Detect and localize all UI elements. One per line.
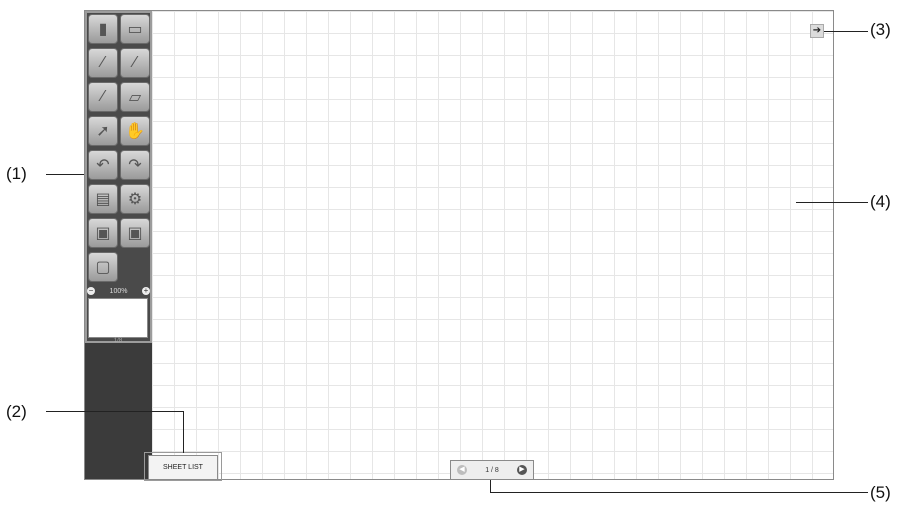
callout-2: (2): [6, 402, 27, 421]
redo-tool-button[interactable]: ↷: [120, 150, 150, 180]
print-icon: ▣: [95, 225, 111, 242]
pen-color-icon: ▮: [98, 21, 108, 38]
prev-page-button[interactable]: ◀: [457, 465, 467, 475]
preview-page-number: 1/8: [113, 338, 123, 344]
settings-gear-icon: ⚙: [127, 191, 143, 208]
callout-4: (4): [870, 192, 891, 211]
save-icon: ▤: [95, 191, 111, 208]
open-folder-tool-button[interactable]: ▭: [120, 14, 150, 44]
save-tool-button[interactable]: ▤: [88, 184, 118, 214]
zoom-level: 100%: [109, 287, 128, 295]
page-preview[interactable]: [88, 298, 148, 338]
eraser-icon: ▱: [128, 89, 142, 106]
screen-capture-tool-button[interactable]: ▢: [88, 252, 118, 282]
redo-icon: ↷: [128, 157, 142, 174]
callout-3: (3): [870, 20, 891, 39]
page-navigator: ◀ 1 / 8 ▶: [450, 460, 534, 480]
print-all-tool-button[interactable]: ▣: [120, 218, 150, 248]
print-tool-button[interactable]: ▣: [88, 218, 118, 248]
zoom-out-button[interactable]: −: [87, 287, 95, 295]
callout-5: (5): [870, 483, 891, 502]
marker-tool-button[interactable]: ∕: [120, 48, 150, 78]
undo-icon: ↶: [96, 157, 110, 174]
pen-color-tool-button[interactable]: ▮: [88, 14, 118, 44]
zoom-bar: − 100% +: [87, 286, 150, 296]
hand-tool-button[interactable]: ✋: [120, 116, 150, 146]
settings-gear-tool-button[interactable]: ⚙: [120, 184, 150, 214]
hand-icon: ✋: [125, 123, 145, 140]
zoom-in-button[interactable]: +: [142, 287, 150, 295]
page-indicator: 1 / 8: [485, 466, 499, 474]
highlighter-tool-button[interactable]: ∕: [88, 82, 118, 112]
leader-line-5b: [490, 492, 868, 493]
sheet-list-tab[interactable]: SHEET LIST: [148, 455, 218, 479]
next-page-button[interactable]: ▶: [517, 465, 527, 475]
print-all-icon: ▣: [127, 225, 143, 242]
screen-capture-icon: ▢: [95, 259, 111, 276]
leader-line-1: [46, 174, 84, 175]
marker-icon: ∕: [133, 54, 137, 71]
eraser-tool-button[interactable]: ▱: [120, 82, 150, 112]
leader-line-4: [796, 202, 868, 203]
callout-1: (1): [6, 164, 27, 183]
drawing-canvas[interactable]: [152, 11, 833, 479]
undo-tool-button[interactable]: ↶: [88, 150, 118, 180]
leader-line-3: [824, 31, 868, 32]
pen-tool-button[interactable]: ∕: [88, 48, 118, 78]
toolbar-toggle-button[interactable]: ➔: [810, 24, 824, 38]
leader-line-2a: [46, 411, 184, 412]
select-arrow-icon: ➚: [96, 123, 110, 140]
select-arrow-tool-button[interactable]: ➚: [88, 116, 118, 146]
open-folder-icon: ▭: [127, 21, 143, 38]
pen-icon: ∕: [101, 54, 105, 71]
leader-line-2b: [183, 411, 184, 453]
highlighter-icon: ∕: [101, 88, 105, 105]
